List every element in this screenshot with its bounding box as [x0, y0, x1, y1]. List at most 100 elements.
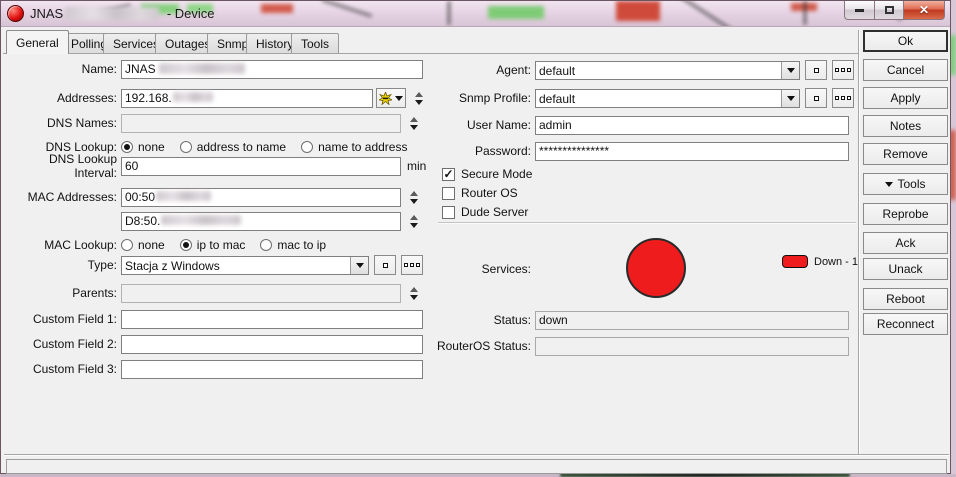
password-input[interactable]: [535, 141, 849, 161]
remove-button[interactable]: Remove: [863, 143, 948, 165]
bottom-separator: [4, 454, 949, 455]
tab-tools[interactable]: Tools: [291, 33, 340, 53]
custom-field-2-input[interactable]: [121, 334, 423, 354]
reconnect-button[interactable]: Reconnect: [863, 313, 948, 335]
chevron-down-icon: [395, 95, 403, 101]
agent-list-button[interactable]: [832, 60, 854, 80]
tab-baseline: [3, 53, 858, 54]
squares-icon: [416, 263, 420, 267]
custom-field-3-row: Custom Field 3:: [9, 359, 423, 379]
spin-down-icon: [410, 222, 418, 228]
tools-button[interactable]: Tools: [863, 173, 948, 195]
user-name-input[interactable]: [535, 115, 849, 135]
squares-icon: [835, 96, 839, 100]
bottom-status-panel: [6, 459, 947, 474]
apply-button[interactable]: Apply: [863, 87, 948, 109]
tools-button-label: Tools: [897, 177, 926, 191]
snmp-profile-combobox[interactable]: default: [535, 88, 800, 108]
type-dropdown-button[interactable]: [350, 256, 368, 274]
mac-address-spinner-2[interactable]: [407, 212, 421, 231]
custom-field-3-input[interactable]: [121, 359, 423, 379]
addresses-spinner[interactable]: [412, 89, 426, 108]
address-options-button[interactable]: [376, 88, 406, 108]
squares-icon: [847, 68, 851, 72]
mac-addresses-row: MAC Addresses:: [9, 187, 421, 207]
chevron-down-icon: [786, 67, 795, 73]
apply-button-label: Apply: [890, 91, 921, 105]
checkbox-unchecked-icon: [442, 186, 455, 200]
custom-field-2-row: Custom Field 2:: [9, 334, 423, 354]
dns-lookup-option-none[interactable]: none: [121, 140, 165, 154]
reboot-button-label: Reboot: [886, 292, 925, 306]
router-os-label: Router OS: [461, 186, 518, 200]
checkbox-unchecked-icon: [442, 205, 455, 219]
type-open-button[interactable]: [374, 255, 396, 275]
parents-input: [121, 283, 401, 303]
close-icon: ✕: [918, 3, 930, 17]
agent-open-button[interactable]: [805, 60, 827, 80]
agent-combobox[interactable]: default: [535, 60, 800, 80]
type-combobox[interactable]: Stacja z Windows: [121, 255, 369, 275]
router-os-checkbox-row[interactable]: Router OS: [442, 185, 518, 201]
dude-server-checkbox-row[interactable]: Dude Server: [442, 204, 528, 220]
services-label: Services:: [481, 262, 531, 276]
type-list-button[interactable]: [401, 255, 423, 275]
name-label: Name:: [81, 62, 117, 76]
remove-button-label: Remove: [883, 147, 928, 161]
map-device-up-blob: [488, 6, 544, 19]
squares-icon: [410, 263, 414, 267]
tab-general[interactable]: General: [6, 30, 69, 54]
snmp-profile-open-button[interactable]: [805, 88, 827, 108]
reboot-button[interactable]: Reboot: [863, 288, 948, 310]
reprobe-button[interactable]: Reprobe: [863, 203, 948, 225]
spin-down-icon: [410, 124, 418, 130]
notes-button[interactable]: Notes: [863, 115, 948, 137]
square-icon: [382, 262, 388, 268]
unack-button[interactable]: Unack: [863, 258, 948, 280]
name-redaction: [159, 63, 245, 74]
agent-dropdown-button[interactable]: [781, 61, 799, 79]
dude-server-label: Dude Server: [461, 205, 529, 219]
mac1-redaction: [156, 191, 211, 201]
mac-addresses-label: MAC Addresses:: [27, 190, 117, 204]
minimize-button[interactable]: [844, 1, 874, 20]
checkbox-checked-icon: ✓: [442, 167, 455, 181]
custom-field-1-input[interactable]: [121, 309, 423, 329]
spin-up-icon: [410, 190, 418, 196]
addresses-input[interactable]: [121, 88, 373, 108]
dns-names-row: DNS Names:: [9, 113, 421, 133]
spin-down-icon: [415, 99, 423, 105]
unack-button-label: Unack: [888, 262, 923, 276]
spin-down-icon: [410, 198, 418, 204]
parents-spinner[interactable]: [407, 284, 421, 303]
close-button[interactable]: ✕: [903, 1, 945, 20]
map-link-line: [321, 1, 373, 17]
ack-button[interactable]: Ack: [863, 232, 948, 254]
mac-lookup-option-mac-to-ip[interactable]: mac to ip: [260, 238, 326, 252]
content-divider-highlight: [859, 30, 860, 454]
map-device-down-blob: [261, 4, 293, 13]
services-legend: Down - 1: [782, 255, 858, 268]
snmp-profile-list-button[interactable]: [832, 88, 854, 108]
window-title-prefix: JNAS: [30, 6, 64, 21]
dns-names-spinner[interactable]: [407, 114, 421, 133]
parents-label: Parents:: [72, 286, 117, 300]
snmp-profile-dropdown-button[interactable]: [781, 89, 799, 107]
mac-lookup-option-ip-to-mac[interactable]: ip to mac: [179, 238, 245, 252]
agent-value: default: [539, 63, 576, 78]
maximize-button[interactable]: [874, 1, 903, 20]
password-row: Password:: [431, 141, 849, 161]
ok-button[interactable]: Ok: [863, 30, 948, 52]
dns-lookup-option-address-to-name[interactable]: address to name: [179, 140, 286, 154]
snmp-profile-value: default: [539, 91, 576, 106]
type-row: Type: Stacja z Windows: [9, 255, 423, 275]
window-titlebar[interactable]: JNAS - Device ✕: [1, 1, 950, 27]
secure-mode-checkbox-row[interactable]: ✓ Secure Mode: [442, 166, 532, 182]
mac-lookup-option-none[interactable]: none: [121, 238, 165, 252]
dns-lookup-option-name-to-address[interactable]: name to address: [301, 140, 407, 154]
status-row: Status:: [431, 310, 849, 330]
mac-address-spinner-1[interactable]: [407, 188, 421, 207]
cancel-button[interactable]: Cancel: [863, 59, 948, 81]
dns-lookup-interval-input[interactable]: [121, 156, 401, 176]
spin-down-icon: [410, 294, 418, 300]
